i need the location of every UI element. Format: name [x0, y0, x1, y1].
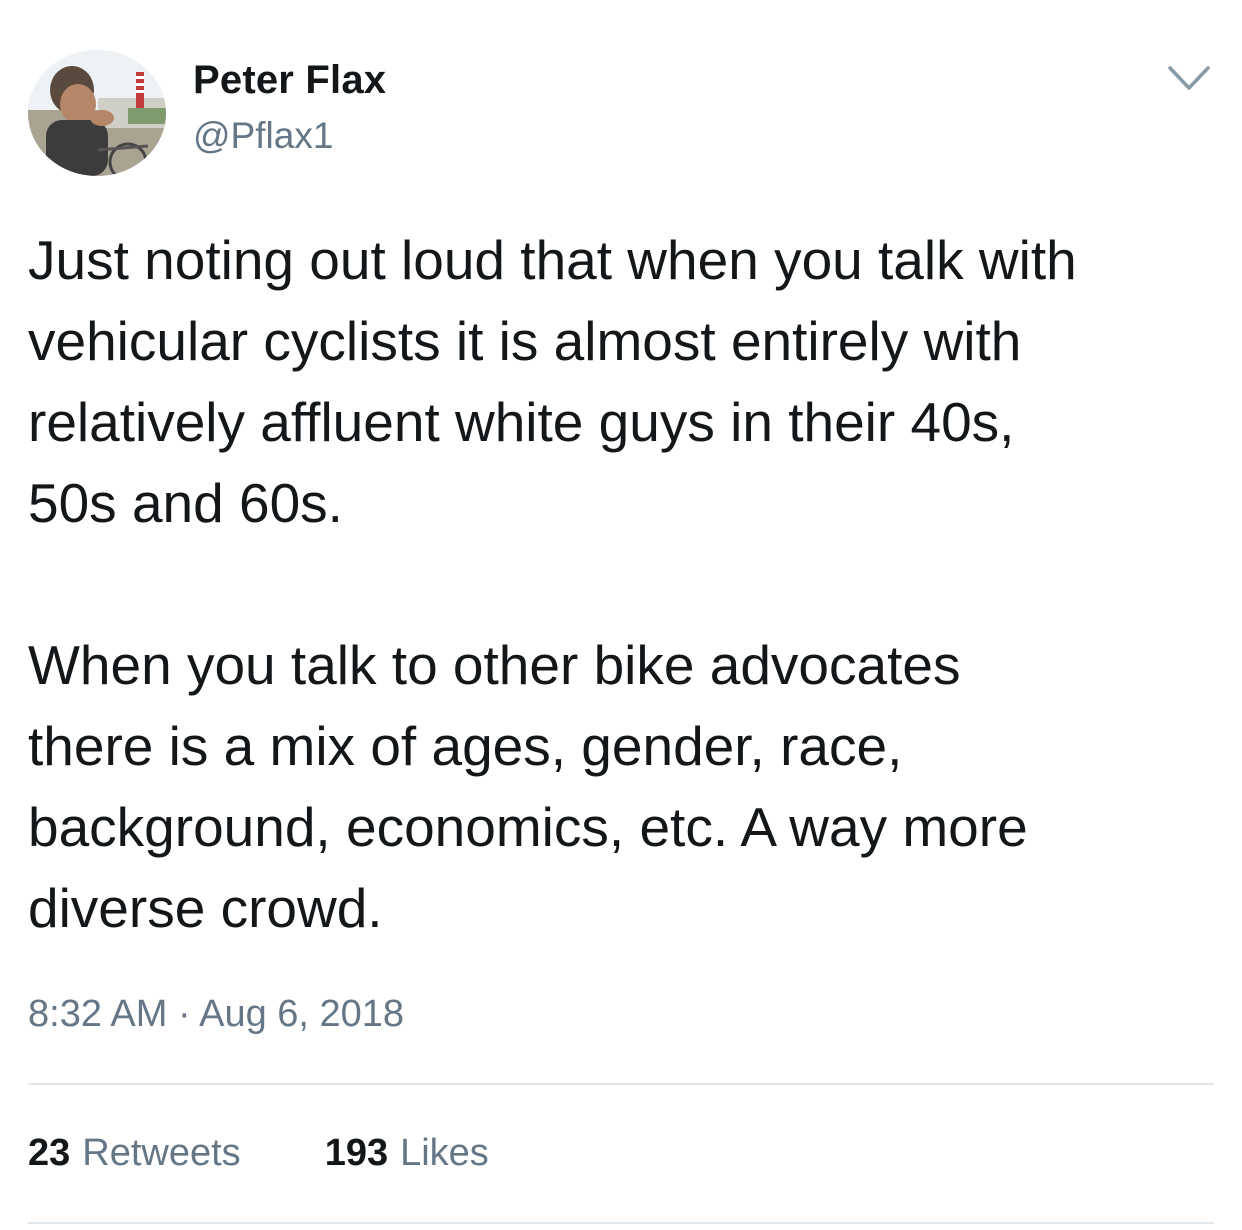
retweets-label: Retweets	[82, 1132, 241, 1174]
tweet-stats: 23 Retweets 193 Likes	[28, 1132, 489, 1175]
tweet-line: vehicular cyclists it is almost entirely…	[28, 310, 1022, 372]
tweet-paragraph: Just noting out loud that when you talk …	[28, 220, 1218, 544]
tweet-paragraph: When you talk to other bike advocates th…	[28, 625, 1218, 949]
tweet-line: diverse crowd.	[28, 877, 383, 939]
divider	[28, 1222, 1214, 1224]
tweet-text: Just noting out loud that when you talk …	[28, 220, 1218, 949]
tweet-line: When you talk to other bike advocates	[28, 634, 961, 696]
avatar-photo	[28, 50, 166, 176]
divider	[28, 1083, 1214, 1085]
tweet-timestamp[interactable]: 8:32 AM · Aug 6, 2018	[28, 993, 404, 1036]
author-handle[interactable]: @Pflax1	[193, 115, 333, 157]
retweets-stat[interactable]: 23 Retweets	[28, 1132, 241, 1175]
likes-stat[interactable]: 193 Likes	[325, 1132, 489, 1175]
tweet-menu-button[interactable]	[1166, 58, 1212, 98]
avatar[interactable]	[28, 50, 166, 176]
author-name[interactable]: Peter Flax	[193, 58, 386, 103]
tweet-line: Just noting out loud that when you talk …	[28, 229, 1077, 291]
tweet-line: relatively affluent white guys in their …	[28, 391, 1015, 453]
likes-label: Likes	[400, 1132, 489, 1174]
tweet-detail: Peter Flax @Pflax1 Just noting out loud …	[0, 0, 1242, 1230]
tweet-line: 50s and 60s.	[28, 472, 343, 534]
retweets-count: 23	[28, 1132, 71, 1174]
tweet-line: background, economics, etc. A way more	[28, 796, 1028, 858]
chevron-down-icon	[1168, 66, 1210, 90]
tweet-line: there is a mix of ages, gender, race,	[28, 715, 903, 777]
likes-count: 193	[324, 1132, 389, 1174]
